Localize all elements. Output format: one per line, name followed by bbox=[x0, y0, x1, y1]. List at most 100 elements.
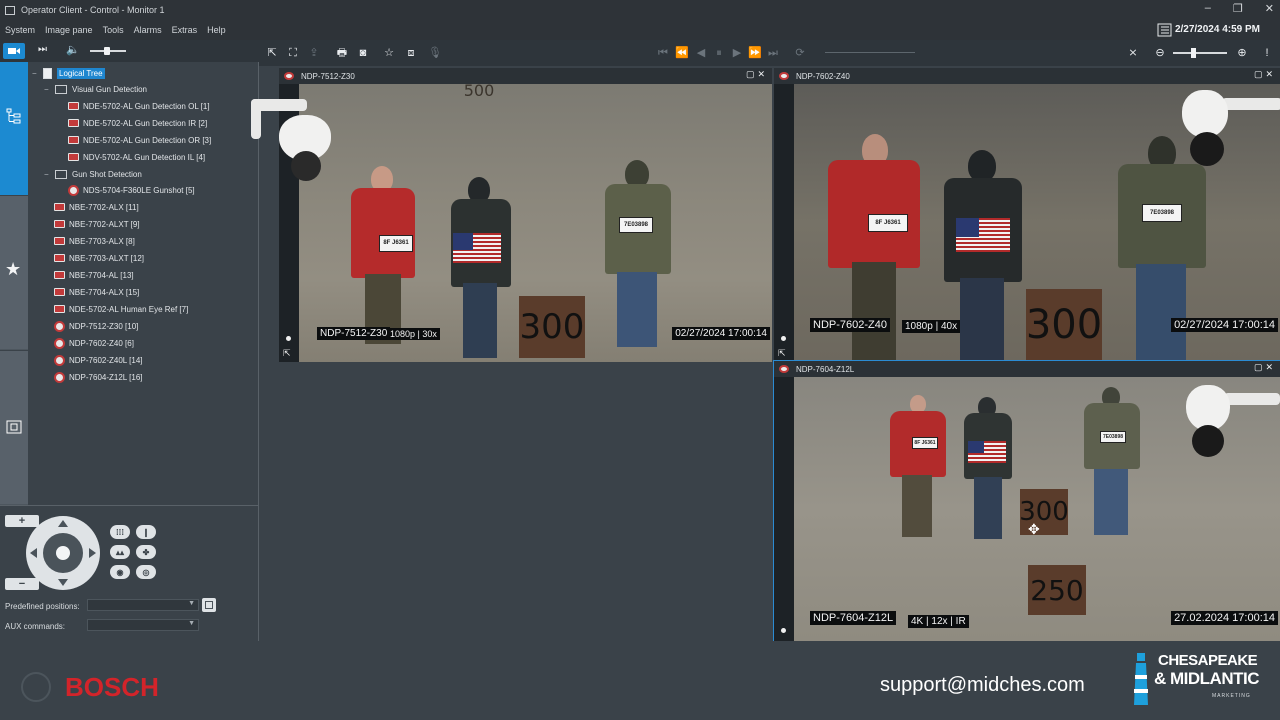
ptz-move-icon[interactable]: ⇱ bbox=[283, 348, 291, 359]
pause-icon[interactable]: ⏸ bbox=[712, 46, 726, 60]
star-icon: ★ bbox=[5, 259, 22, 279]
tree-camera-item[interactable]: NDV-5702-AL Gun Detection IL [4] bbox=[68, 149, 205, 165]
osd-timestamp: 02/27/2024 17:00:14 bbox=[672, 327, 770, 340]
camera-label: NDP-7604-Z12L [16] bbox=[69, 372, 143, 382]
window-controls: – ❐ ✕ bbox=[1205, 2, 1274, 15]
license-plate: 7E03898 bbox=[619, 217, 653, 233]
pane-buttons[interactable]: ▢✕ bbox=[746, 69, 768, 80]
more-options-icon[interactable]: ! bbox=[1260, 46, 1274, 60]
rail-tab-favorites[interactable]: ★ bbox=[0, 195, 28, 349]
close-all-icon[interactable]: ⨯ bbox=[1126, 46, 1140, 60]
pane-buttons[interactable]: ▢✕ bbox=[1254, 362, 1276, 373]
loop-icon[interactable]: ⟳ bbox=[793, 46, 807, 60]
bookmark-icon[interactable]: ⧈ bbox=[404, 46, 418, 60]
playback-speed-slider[interactable] bbox=[825, 52, 915, 53]
menu-bar: System Image pane Tools Alarms Extras He… bbox=[0, 20, 1280, 40]
video-feed[interactable]: 8F J6361 7E03898 300 NDP-7602-Z40 1080p … bbox=[794, 84, 1280, 362]
snapshot-icon[interactable]: ◙ bbox=[356, 46, 370, 60]
playback-mode-icon[interactable]: ⏭ bbox=[38, 44, 47, 55]
ptz-move-icon[interactable]: ⇱ bbox=[778, 348, 786, 359]
auto-focus-button[interactable]: ◉ bbox=[110, 565, 130, 579]
video-feed[interactable]: 8F J6361 7E03898 300 250 ✥ NDP-7604-Z12L bbox=[794, 377, 1280, 641]
tree-camera-item[interactable]: NBE-7704-ALX [15] bbox=[54, 284, 139, 300]
image-pane-2[interactable]: NDP-7602-Z40 ▢✕ ⇱ 8F J6361 7E03898 300 N… bbox=[774, 68, 1280, 362]
pane-size-thumb[interactable] bbox=[1191, 48, 1196, 58]
image-pane-3[interactable]: NDP-7604-Z12L ▢✕ 8F J6361 7E03898 300 25… bbox=[773, 360, 1280, 642]
license-plate: 8F J6361 bbox=[379, 235, 413, 252]
focus-far-button[interactable]: ❙ bbox=[136, 525, 156, 539]
pane-buttons[interactable]: ▢✕ bbox=[1254, 69, 1276, 80]
microphone-icon[interactable]: 🎙 bbox=[428, 46, 442, 60]
tree-camera-item[interactable]: NDP-7602-Z40 [6] bbox=[54, 335, 134, 351]
tree-camera-item[interactable]: NDE-5702-AL Gun Detection OL [1] bbox=[68, 98, 210, 114]
favorite-star-icon[interactable]: ☆ bbox=[382, 46, 396, 60]
us-flag bbox=[968, 441, 1006, 463]
dome-camera-icon bbox=[284, 72, 294, 80]
dome-camera-icon bbox=[54, 371, 65, 383]
zoom-in-icon[interactable]: ⊕ bbox=[1235, 46, 1249, 60]
print-icon[interactable]: 🖶 bbox=[335, 46, 349, 60]
tree-camera-item[interactable]: NDE-5702-AL Human Eye Ref [7] bbox=[54, 301, 188, 317]
iris-close-button[interactable]: ✤ bbox=[136, 545, 156, 559]
volume-slider-thumb[interactable] bbox=[104, 47, 110, 55]
minimize-button[interactable]: – bbox=[1205, 2, 1211, 15]
menu-image-pane[interactable]: Image pane bbox=[45, 25, 93, 35]
dome-camera-icon bbox=[54, 354, 65, 366]
image-pane-1[interactable]: NDP-7512-Z30 ▢✕ ⇱ 500 8F J6361 7E03898 3… bbox=[279, 68, 772, 362]
live-mode-button[interactable] bbox=[3, 43, 25, 59]
collapse-icon[interactable]: − bbox=[32, 69, 39, 78]
tree-folder-visual-gun[interactable]: − Visual Gun Detection bbox=[44, 81, 147, 97]
close-button[interactable]: ✕ bbox=[1265, 2, 1274, 15]
auto-iris-button[interactable]: ◎ bbox=[136, 565, 156, 579]
speaker-icon[interactable]: 🔈 bbox=[66, 43, 80, 56]
save-position-button[interactable] bbox=[202, 598, 216, 612]
folder-label: Gun Shot Detection bbox=[72, 169, 142, 179]
video-feed[interactable]: 500 8F J6361 7E03898 300 NDP-7512-Z30 10 bbox=[299, 84, 772, 362]
pane-title: NDP-7512-Z30 bbox=[301, 71, 355, 81]
collapse-icon[interactable]: − bbox=[44, 85, 51, 94]
layout-icon[interactable]: ⇱ bbox=[265, 46, 279, 60]
tree-camera-item[interactable]: NBE-7702-ALXT [9] bbox=[54, 216, 140, 232]
collapse-icon[interactable]: − bbox=[44, 170, 51, 179]
tree-camera-item[interactable]: NDE-5702-AL Gun Detection OR [3] bbox=[68, 132, 211, 148]
tree-camera-item[interactable]: NDP-7602-Z40L [14] bbox=[54, 352, 143, 368]
skip-forward-icon[interactable]: ⏭ bbox=[766, 46, 780, 60]
export-icon[interactable]: ⇪ bbox=[307, 46, 321, 60]
tree-root[interactable]: − Logical Tree bbox=[32, 65, 105, 81]
tree-camera-item[interactable]: NDP-7512-Z30 [10] bbox=[54, 318, 138, 334]
chevron-down-icon: ▼ bbox=[188, 620, 195, 627]
menu-help[interactable]: Help bbox=[207, 25, 226, 35]
calendar-icon[interactable] bbox=[1157, 23, 1172, 37]
menu-tools[interactable]: Tools bbox=[103, 25, 124, 35]
tree-camera-item[interactable]: NBE-7703-ALX [8] bbox=[54, 233, 135, 249]
focus-near-button[interactable]: ⁞⁞⁞ bbox=[110, 525, 130, 539]
pane-size-slider[interactable] bbox=[1173, 48, 1227, 58]
tree-camera-item[interactable]: NDE-5702-AL Gun Detection IR [2] bbox=[68, 115, 207, 131]
record-indicator bbox=[781, 628, 786, 633]
menu-system[interactable]: System bbox=[5, 25, 35, 35]
tree-folder-gun-shot[interactable]: − Gun Shot Detection bbox=[44, 166, 142, 182]
menu-extras[interactable]: Extras bbox=[172, 25, 198, 35]
tree-camera-item[interactable]: NDP-7604-Z12L [16] bbox=[54, 369, 143, 385]
fullscreen-icon[interactable]: ⛶ bbox=[286, 46, 300, 60]
predefined-positions-select[interactable]: ▼ bbox=[87, 599, 199, 611]
rail-tab-tree[interactable] bbox=[0, 40, 28, 195]
menu-alarms[interactable]: Alarms bbox=[134, 25, 162, 35]
aux-commands-select[interactable]: ▼ bbox=[87, 619, 199, 631]
tree-camera-item[interactable]: NBE-7703-ALXT [12] bbox=[54, 250, 144, 266]
play-icon[interactable]: ▶ bbox=[730, 46, 744, 60]
distance-board-near: 300 bbox=[1026, 289, 1102, 361]
volume-slider[interactable] bbox=[90, 47, 126, 55]
rail-tab-bookmarks[interactable] bbox=[0, 350, 28, 504]
iris-open-button[interactable]: ▴▴ bbox=[110, 545, 130, 559]
zoom-out-icon[interactable]: ⊖ bbox=[1153, 46, 1167, 60]
skip-back-icon[interactable]: ⏮ bbox=[656, 46, 670, 60]
tree-camera-item[interactable]: NDS-5704-F360LE Gunshot [5] bbox=[68, 182, 195, 198]
step-back-icon[interactable]: ⏪ bbox=[675, 46, 689, 60]
tree-camera-item[interactable]: NBE-7702-ALX [11] bbox=[54, 199, 139, 215]
maximize-button[interactable]: ❐ bbox=[1233, 2, 1243, 15]
reverse-play-icon[interactable]: ◀ bbox=[694, 46, 708, 60]
step-forward-icon[interactable]: ⏩ bbox=[748, 46, 762, 60]
ptz-joystick[interactable] bbox=[25, 515, 101, 591]
tree-camera-item[interactable]: NBE-7704-AL [13] bbox=[54, 267, 134, 283]
